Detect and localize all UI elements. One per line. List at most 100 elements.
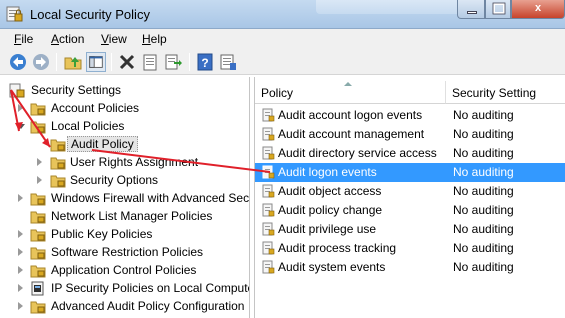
menu-action-accel: A xyxy=(51,32,60,46)
tree-item-label: Network List Manager Policies xyxy=(51,209,213,223)
expand-icon[interactable] xyxy=(18,230,23,238)
policy-item-icon xyxy=(262,241,275,255)
expand-icon[interactable] xyxy=(37,176,42,184)
policy-setting: No auditing xyxy=(453,260,514,274)
policy-row[interactable]: Audit directory service access No auditin… xyxy=(255,144,565,163)
policy-row[interactable]: Audit privilege use No auditing xyxy=(255,220,565,239)
policy-setting: No auditing xyxy=(453,108,514,122)
tree-item-label: Audit Policy xyxy=(67,136,138,152)
policy-item-icon xyxy=(262,184,275,198)
menu-action-label: ction xyxy=(59,32,85,46)
policy-name: Audit account management xyxy=(278,127,425,141)
policy-name: Audit privilege use xyxy=(278,222,377,236)
policy-row[interactable]: Audit object access No auditing xyxy=(255,182,565,201)
policy-row[interactable]: Audit process tracking No auditing xyxy=(255,239,565,258)
folder-icon xyxy=(50,139,66,152)
tree-pane[interactable]: Security Settings Account Policies Local… xyxy=(0,77,250,318)
column-header-label: Policy xyxy=(261,86,294,100)
toolbar-separator xyxy=(189,53,190,71)
help-icon[interactable]: ? xyxy=(195,52,215,72)
forward-icon[interactable] xyxy=(31,52,51,72)
tree-item-label: Application Control Policies xyxy=(51,263,197,277)
toolbar: ? xyxy=(0,49,565,75)
folder-icon xyxy=(30,301,46,314)
column-header-label: Security Setting xyxy=(452,86,537,100)
properties-icon[interactable] xyxy=(140,52,160,72)
policy-name: Audit process tracking xyxy=(278,241,397,255)
menu-file[interactable]: File xyxy=(14,32,33,46)
folder-icon xyxy=(30,193,46,206)
expand-icon[interactable] xyxy=(18,284,23,292)
menu-view[interactable]: View xyxy=(101,32,127,46)
column-header-policy[interactable]: Policy xyxy=(255,81,446,104)
policy-row[interactable]: Audit account logon events No auditing xyxy=(255,106,565,125)
policy-name: Audit object access xyxy=(278,184,382,198)
policy-row[interactable]: Audit account management No auditing xyxy=(255,125,565,144)
menu-view-accel: V xyxy=(101,32,109,46)
toolbar-separator xyxy=(111,53,112,71)
window-title: Local Security Policy xyxy=(30,7,150,22)
policy-setting: No auditing xyxy=(453,146,514,160)
policy-row[interactable]: Audit system events No auditing xyxy=(255,258,565,277)
expand-icon[interactable] xyxy=(18,104,23,112)
policy-row[interactable]: Audit policy change No auditing xyxy=(255,201,565,220)
expand-icon[interactable] xyxy=(18,194,23,202)
expand-icon[interactable] xyxy=(18,266,23,274)
folder-icon xyxy=(50,175,66,188)
maximize-button[interactable] xyxy=(485,0,511,19)
folder-icon xyxy=(30,229,46,242)
menu-view-label: iew xyxy=(108,32,127,46)
policy-item-icon xyxy=(262,203,275,217)
tree-item-label: IP Security Policies on Local Compute xyxy=(51,281,250,295)
tree-item-label: Software Restriction Policies xyxy=(51,245,204,259)
up-folder-icon[interactable] xyxy=(63,52,83,72)
help-topic-icon[interactable] xyxy=(218,52,238,72)
policy-item-icon xyxy=(262,146,275,160)
policy-setting: No auditing xyxy=(453,203,514,217)
tree-item-label: Windows Firewall with Advanced Secu xyxy=(51,191,250,205)
column-header-security-setting[interactable]: Security Setting xyxy=(446,81,565,104)
tree-item-label: Security Settings xyxy=(31,83,122,97)
policy-setting: No auditing xyxy=(453,127,514,141)
policy-setting: No auditing xyxy=(453,184,514,198)
minimize-button[interactable] xyxy=(457,0,485,19)
menu-file-label: ile xyxy=(21,32,34,46)
expand-icon[interactable] xyxy=(18,302,23,310)
expand-icon[interactable] xyxy=(18,248,23,256)
tree-item-label: Advanced Audit Policy Configuration xyxy=(51,299,245,313)
title-bar[interactable]: Local Security Policy x xyxy=(0,0,565,29)
tree-item-label: Security Options xyxy=(70,173,159,187)
svg-text:?: ? xyxy=(201,56,208,70)
list-pane[interactable]: Policy Security Setting Audit account lo… xyxy=(254,77,565,318)
export-list-icon[interactable] xyxy=(163,52,183,72)
policy-name: Audit directory service access xyxy=(278,146,437,160)
policy-name: Audit logon events xyxy=(278,165,377,179)
policy-setting: No auditing xyxy=(453,241,514,255)
folder-icon xyxy=(30,121,46,134)
menu-action[interactable]: Action xyxy=(51,32,84,46)
menu-help-label: elp xyxy=(150,32,167,46)
minimize-icon xyxy=(467,11,477,14)
tree-item-label: Account Policies xyxy=(51,101,140,115)
collapse-icon[interactable] xyxy=(17,124,25,129)
tree-item-label: User Rights Assignment xyxy=(70,155,199,169)
close-button[interactable]: x xyxy=(511,0,565,19)
security-policy-icon xyxy=(6,6,23,22)
tree-item-label: Public Key Policies xyxy=(51,227,153,241)
back-icon[interactable] xyxy=(8,52,28,72)
policy-name: Audit account logon events xyxy=(278,108,423,122)
policy-item-icon xyxy=(262,127,275,141)
delete-icon[interactable] xyxy=(117,52,137,72)
policy-setting: No auditing xyxy=(453,222,514,236)
expand-icon[interactable] xyxy=(37,158,42,166)
policy-item-icon xyxy=(262,222,275,236)
maximize-icon xyxy=(492,2,506,15)
menu-help[interactable]: Help xyxy=(142,32,167,46)
tree-item-label: Local Policies xyxy=(51,119,125,133)
policy-setting: No auditing xyxy=(453,165,514,179)
show-hide-tree-icon[interactable] xyxy=(86,52,106,72)
sort-ascending-icon xyxy=(344,82,352,86)
folder-icon xyxy=(30,265,46,278)
policy-row[interactable]: Audit logon events No auditing xyxy=(255,163,565,182)
folder-icon xyxy=(30,211,46,224)
